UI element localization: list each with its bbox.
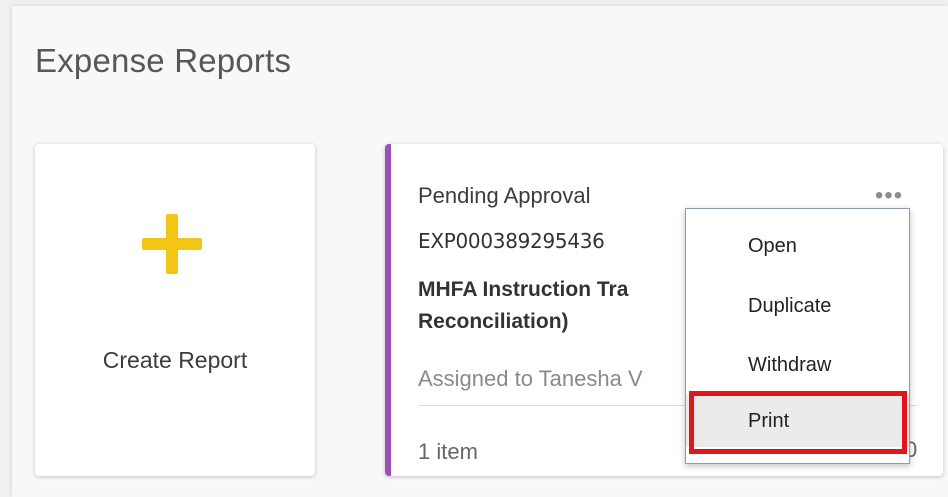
report-id: EXP000389295436	[418, 229, 605, 253]
plus-icon	[142, 214, 202, 274]
report-status: Pending Approval	[418, 183, 591, 208]
menu-item-withdraw[interactable]: Withdraw	[686, 339, 909, 391]
report-assignee: Assigned to Tanesha V	[418, 366, 643, 391]
more-horizontal-icon[interactable]: •••	[871, 184, 907, 208]
menu-item-label: Withdraw	[748, 354, 832, 376]
page-title: Expense Reports	[35, 42, 292, 79]
create-report-label: Create Report	[102, 347, 248, 373]
report-actions-menu: Open Duplicate Withdraw Print	[685, 208, 910, 464]
menu-item-print[interactable]: Print	[686, 395, 909, 447]
status-accent-bar	[385, 144, 391, 476]
menu-item-label: Open	[748, 235, 797, 257]
create-report-card[interactable]: Create Report	[35, 144, 315, 476]
menu-item-open[interactable]: Open	[686, 220, 909, 272]
report-item-count: 1 item	[418, 439, 478, 464]
menu-item-label: Duplicate	[748, 295, 832, 317]
menu-item-duplicate[interactable]: Duplicate	[686, 280, 909, 332]
menu-item-label: Print	[748, 410, 790, 432]
